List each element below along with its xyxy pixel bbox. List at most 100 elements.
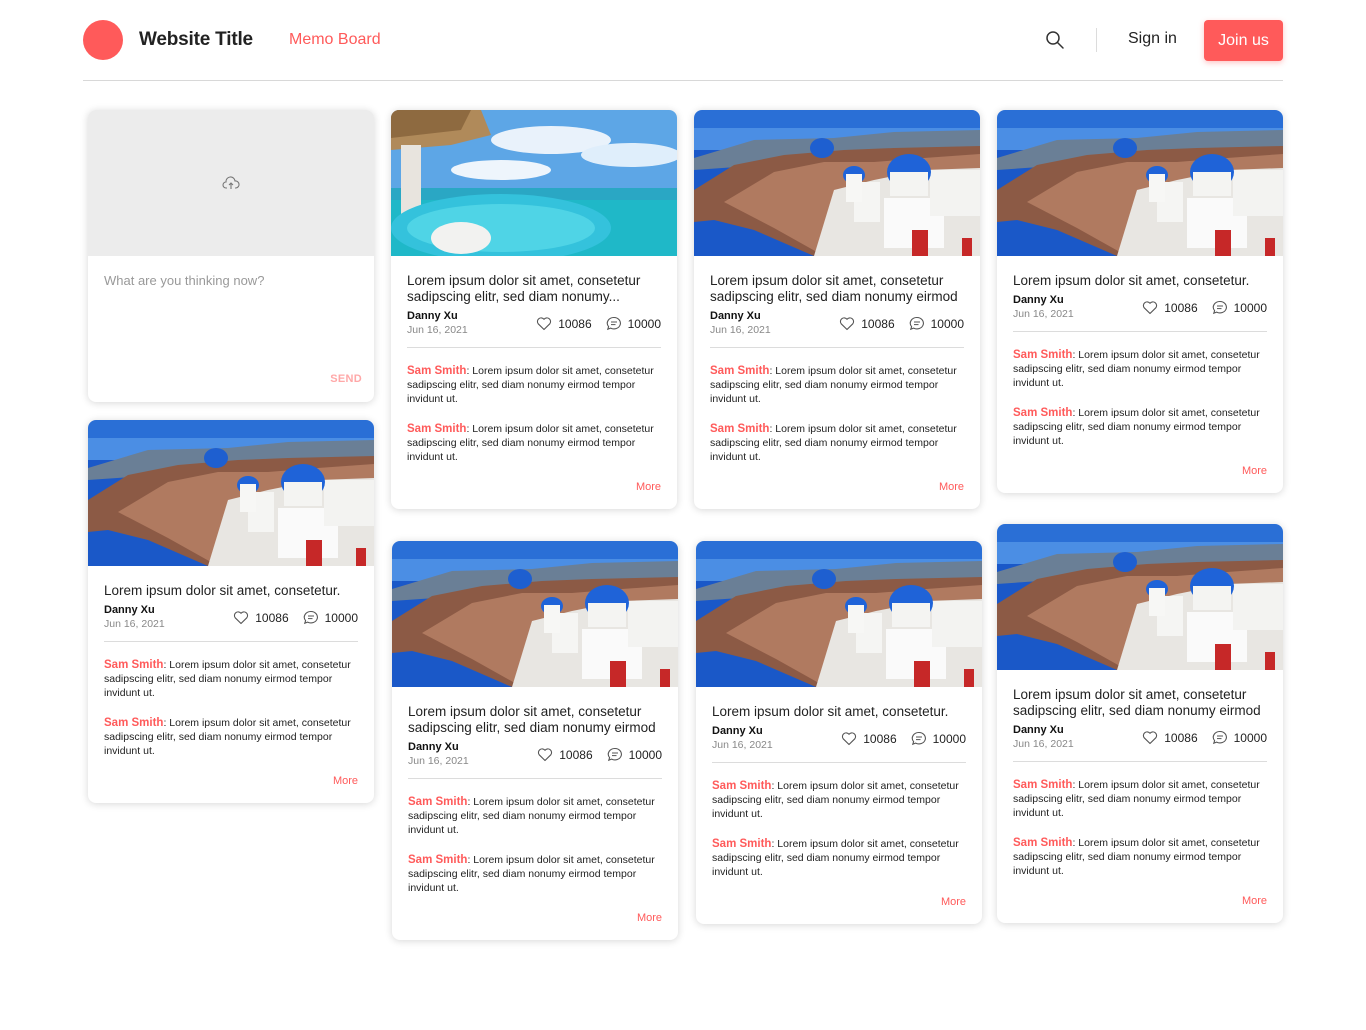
post-card[interactable]: Lorem ipsum dolor sit amet, consetetur s…: [392, 541, 678, 940]
heart-icon: [842, 732, 857, 746]
comment-count: 10000: [1233, 300, 1267, 315]
comment-author[interactable]: Sam Smith: [408, 854, 467, 866]
like-button[interactable]: 10086: [537, 747, 593, 762]
post-title[interactable]: Lorem ipsum dolor sit amet, consetetur.: [1013, 273, 1267, 289]
post-image[interactable]: [392, 541, 678, 687]
more-link[interactable]: More: [1013, 895, 1267, 923]
site-title[interactable]: Website Title: [139, 29, 253, 51]
heart-icon: [538, 748, 553, 762]
like-button[interactable]: 10086: [1142, 300, 1198, 315]
post-card[interactable]: Lorem ipsum dolor sit amet, consetetur. D…: [696, 541, 982, 924]
join-us-button[interactable]: Join us: [1204, 20, 1283, 61]
post-card[interactable]: Lorem ipsum dolor sit amet, consetetur s…: [997, 524, 1283, 923]
post-author[interactable]: Danny Xu: [1013, 294, 1064, 306]
post-input[interactable]: [88, 256, 374, 356]
comment-item: Sam Smith: Lorem ipsum dolor sit amet, c…: [1013, 836, 1267, 878]
comment-count: 10000: [627, 316, 661, 331]
send-button[interactable]: SEND: [330, 373, 362, 385]
like-button[interactable]: 10086: [839, 316, 895, 331]
comment-author[interactable]: Sam Smith: [408, 796, 467, 808]
post-author[interactable]: Danny Xu: [408, 741, 459, 753]
post-title[interactable]: Lorem ipsum dolor sit amet, consetetur s…: [408, 704, 662, 736]
post-image[interactable]: [997, 524, 1283, 670]
more-link[interactable]: More: [712, 896, 966, 924]
top-header: Website Title Memo Board Sign in Join us: [83, 0, 1283, 81]
comment-author[interactable]: Sam Smith: [1013, 407, 1072, 419]
comment-author[interactable]: Sam Smith: [1013, 837, 1072, 849]
comment-count: 10000: [932, 731, 966, 746]
like-button[interactable]: 10086: [841, 731, 897, 746]
post-image[interactable]: [391, 110, 677, 256]
comment-button[interactable]: 10000: [909, 316, 964, 331]
post-card[interactable]: Lorem ipsum dolor sit amet, consetetur. D…: [997, 110, 1283, 493]
comment-author[interactable]: Sam Smith: [104, 717, 163, 729]
post-image[interactable]: [997, 110, 1283, 256]
comment-count: 10000: [930, 316, 964, 331]
more-link[interactable]: More: [104, 775, 358, 803]
like-count: 10086: [861, 316, 895, 331]
post-image[interactable]: [694, 110, 980, 256]
comment-item: Sam Smith: Lorem ipsum dolor sit amet, c…: [712, 779, 966, 821]
divider: [1013, 331, 1267, 332]
comment-button[interactable]: 10000: [606, 316, 661, 331]
post-author[interactable]: Danny Xu: [104, 604, 155, 616]
post-author[interactable]: Danny Xu: [1013, 724, 1064, 736]
more-link[interactable]: More: [407, 481, 661, 509]
sign-in-link[interactable]: Sign in: [1128, 30, 1177, 48]
post-title[interactable]: Lorem ipsum dolor sit amet, consetetur s…: [710, 273, 964, 305]
header-divider: [1096, 28, 1097, 52]
post-author[interactable]: Danny Xu: [407, 310, 458, 322]
post-card[interactable]: Lorem ipsum dolor sit amet, consetetur. D…: [88, 420, 374, 803]
more-link[interactable]: More: [408, 912, 662, 940]
comment-count: 10000: [1233, 730, 1267, 745]
comment-icon: [1212, 730, 1227, 745]
post-title[interactable]: Lorem ipsum dolor sit amet, consetetur s…: [1013, 687, 1267, 719]
image-upload-area[interactable]: [88, 110, 374, 256]
post-card[interactable]: Lorem ipsum dolor sit amet, consetetur s…: [391, 110, 677, 509]
like-count: 10086: [1164, 300, 1198, 315]
like-button[interactable]: 10086: [233, 610, 289, 625]
post-image[interactable]: [696, 541, 982, 687]
comment-icon: [909, 316, 924, 331]
comment-author[interactable]: Sam Smith: [1013, 779, 1072, 791]
comment-item: Sam Smith: Lorem ipsum dolor sit amet, c…: [1013, 348, 1267, 390]
comment-author[interactable]: Sam Smith: [712, 780, 771, 792]
comment-button[interactable]: 10000: [911, 731, 966, 746]
post-author[interactable]: Danny Xu: [710, 310, 761, 322]
post-date: Jun 16, 2021: [407, 324, 468, 336]
comment-icon: [303, 610, 318, 625]
comment-author[interactable]: Sam Smith: [712, 838, 771, 850]
comment-item: Sam Smith: Lorem ipsum dolor sit amet, c…: [407, 364, 661, 406]
comment-author[interactable]: Sam Smith: [407, 423, 466, 435]
post-image[interactable]: [88, 420, 374, 566]
search-icon[interactable]: [1045, 30, 1067, 52]
comment-button[interactable]: 10000: [303, 610, 358, 625]
post-author[interactable]: Danny Xu: [712, 725, 763, 737]
post-title[interactable]: Lorem ipsum dolor sit amet, consetetur s…: [407, 273, 661, 305]
more-link[interactable]: More: [710, 481, 964, 509]
comment-author[interactable]: Sam Smith: [1013, 349, 1072, 361]
post-card[interactable]: Lorem ipsum dolor sit amet, consetetur s…: [694, 110, 980, 509]
divider: [104, 641, 358, 642]
comment-count: 10000: [628, 747, 662, 762]
more-link[interactable]: More: [1013, 465, 1267, 493]
post-title[interactable]: Lorem ipsum dolor sit amet, consetetur.: [104, 583, 358, 599]
like-button[interactable]: 10086: [1142, 730, 1198, 745]
comment-item: Sam Smith: Lorem ipsum dolor sit amet, c…: [104, 716, 358, 758]
comment-author[interactable]: Sam Smith: [710, 365, 769, 377]
post-meta: Danny Xu Jun 16, 2021 10086 10000: [1013, 294, 1267, 324]
comment-button[interactable]: 10000: [1212, 300, 1267, 315]
comment-author[interactable]: Sam Smith: [104, 659, 163, 671]
comment-icon: [606, 316, 621, 331]
comment-button[interactable]: 10000: [1212, 730, 1267, 745]
nav-memo-board[interactable]: Memo Board: [289, 31, 381, 49]
divider: [710, 347, 964, 348]
comment-button[interactable]: 10000: [607, 747, 662, 762]
comment-author[interactable]: Sam Smith: [710, 423, 769, 435]
logo[interactable]: [83, 20, 123, 60]
comment-author[interactable]: Sam Smith: [407, 365, 466, 377]
like-button[interactable]: 10086: [536, 316, 592, 331]
post-date: Jun 16, 2021: [1013, 738, 1074, 750]
post-title[interactable]: Lorem ipsum dolor sit amet, consetetur.: [712, 704, 966, 720]
divider: [1013, 761, 1267, 762]
